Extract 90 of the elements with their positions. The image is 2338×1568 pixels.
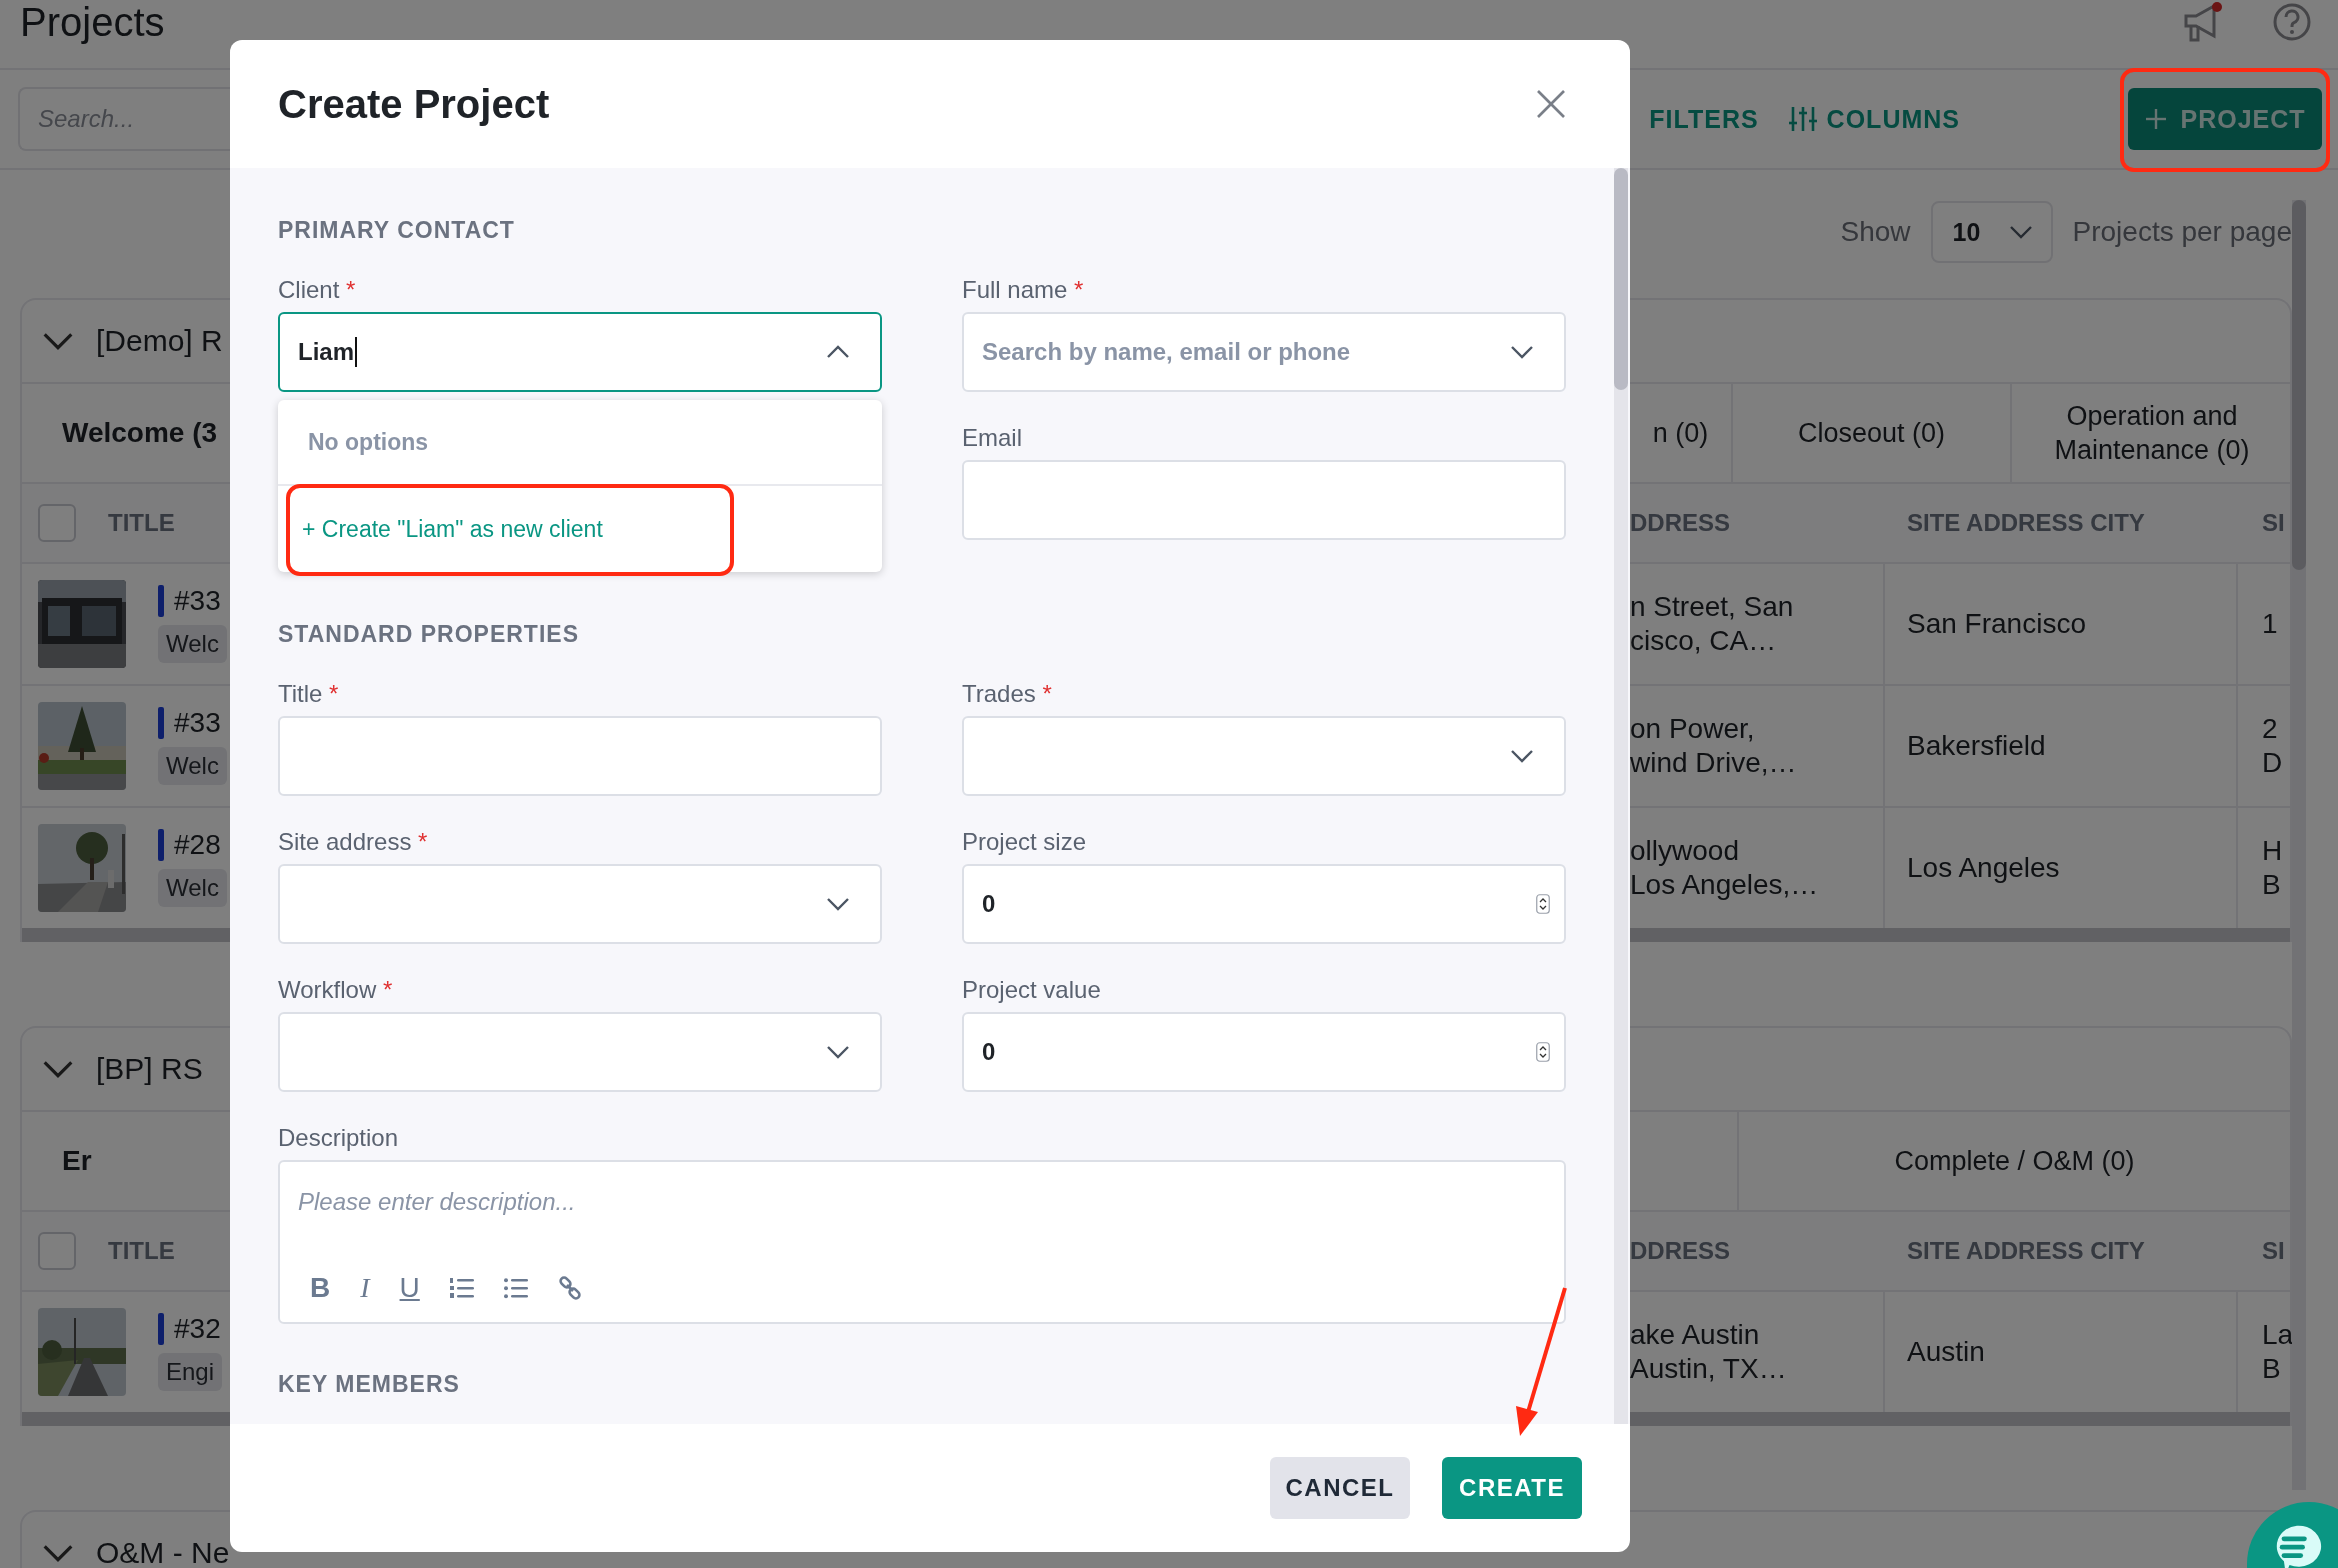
stage-tag: Welc <box>158 747 227 785</box>
address-text: n Street, San cisco, CA… <box>1630 590 1794 658</box>
filters-button[interactable]: FILTERS <box>1649 104 1759 134</box>
field-label: Project size <box>962 827 1088 857</box>
field-label: Client * <box>278 275 357 305</box>
select-all-checkbox[interactable] <box>38 1232 76 1270</box>
stage-tab[interactable]: Welcome (3 <box>22 417 218 449</box>
project-number[interactable]: #32 <box>174 1313 221 1345</box>
column-header: SITE ADDRESS CITY <box>1907 509 2145 537</box>
show-label: Show <box>1840 216 1911 248</box>
per-page-label: Projects per page <box>2072 216 2292 248</box>
column-header: SITE ADDRESS CITY <box>1907 1237 2145 1265</box>
city-text: San Francisco <box>1907 607 2086 641</box>
stage-tag: Welc <box>158 625 227 663</box>
scrollbar[interactable] <box>2292 200 2306 1490</box>
close-icon[interactable] <box>1536 89 1566 119</box>
color-bar <box>158 585 164 617</box>
number-field[interactable]: 0 <box>962 1012 1566 1092</box>
table-cell: La B <box>2262 1318 2294 1386</box>
plus-icon <box>2144 107 2169 131</box>
bold-button[interactable]: B <box>310 1272 331 1304</box>
stage-tag: Engi <box>158 1353 223 1391</box>
select-field[interactable] <box>962 716 1566 796</box>
color-bar <box>158 829 164 861</box>
field-label: Project value <box>962 975 1102 1005</box>
column-header: SI <box>2262 509 2285 537</box>
field-label: Full name * <box>962 275 1085 305</box>
cancel-button[interactable]: CANCEL <box>1270 1457 1410 1519</box>
city-text: Bakersfield <box>1907 729 2046 763</box>
select-all-checkbox[interactable] <box>38 504 76 542</box>
bullet-list-icon[interactable] <box>503 1276 528 1300</box>
project-number[interactable]: #33 <box>174 707 221 739</box>
field-label: Email <box>962 423 1023 453</box>
italic-button[interactable]: I <box>360 1272 370 1304</box>
input-field[interactable] <box>962 460 1566 540</box>
column-header: DDRESS <box>1630 1237 1731 1265</box>
input-field[interactable] <box>278 716 882 796</box>
select-field[interactable]: Search by name, email or phone <box>962 312 1566 392</box>
select-field[interactable]: Liam <box>278 312 882 392</box>
section-title: PRIMARY CONTACT <box>278 216 516 245</box>
stage-tag: Welc <box>158 869 227 907</box>
spinner-icon[interactable] <box>1536 894 1550 914</box>
no-options-text: No options <box>278 400 882 486</box>
number-field[interactable]: 0 <box>962 864 1566 944</box>
address-text: on Power, wind Drive,… <box>1630 712 1797 780</box>
table-cell: H B <box>2262 834 2283 902</box>
field-label: Trades * <box>962 679 1053 709</box>
table-cell: 2 D <box>2262 712 2283 780</box>
underline-button[interactable]: U <box>399 1272 420 1304</box>
color-bar <box>158 1313 164 1345</box>
address-text: ollywood Los Angeles,… <box>1630 834 1819 902</box>
numbered-list-icon[interactable] <box>449 1276 474 1300</box>
field-label: Description <box>278 1123 400 1153</box>
field-label: Title * <box>278 679 340 709</box>
address-text: ake Austin Austin, TX… <box>1630 1318 1787 1386</box>
group-title: [Demo] R <box>96 324 223 358</box>
group-title: O&M - Ne <box>96 1536 230 1568</box>
help-icon[interactable] <box>2272 2 2312 42</box>
scrollbar[interactable] <box>1614 168 1628 1424</box>
city-text: Los Angeles <box>1907 851 2060 885</box>
create-client-option[interactable]: + Create "Liam" as new client <box>278 486 603 572</box>
dialog-title: Create Project <box>278 81 550 127</box>
sliders-icon <box>1788 105 1817 133</box>
columns-button[interactable]: COLUMNS <box>1788 104 1960 134</box>
text-cursor <box>355 337 357 367</box>
column-header: SI <box>2262 1237 2285 1265</box>
column-header: TITLE <box>108 1237 175 1265</box>
column-header: DDRESS <box>1630 509 1731 537</box>
city-text: Austin <box>1907 1335 1985 1369</box>
chevron-down-icon <box>2008 225 2033 239</box>
field-label: Site address * <box>278 827 429 857</box>
field-label: Workflow * <box>278 975 394 1005</box>
create-button[interactable]: CREATE <box>1442 1457 1582 1519</box>
color-bar <box>158 707 164 739</box>
select-field[interactable] <box>278 1012 882 1092</box>
spinner-icon[interactable] <box>1536 1042 1550 1062</box>
table-cell: 1 <box>2262 607 2278 641</box>
section-title: KEY MEMBERS <box>278 1370 461 1399</box>
page-size-select[interactable]: 10 <box>1930 201 2053 263</box>
section-title: STANDARD PROPERTIES <box>278 620 580 649</box>
link-icon[interactable] <box>557 1276 582 1300</box>
project-number[interactable]: #28 <box>174 829 221 861</box>
select-field[interactable] <box>278 864 882 944</box>
column-header: TITLE <box>108 509 175 537</box>
stage-tab[interactable]: n (0) <box>1630 384 1731 482</box>
group-title: [BP] RS <box>96 1052 203 1086</box>
page-title: Projects <box>20 0 165 44</box>
description-editor[interactable]: Please enter description... B I U <box>278 1160 1566 1324</box>
project-number[interactable]: #33 <box>174 585 221 617</box>
stage-tab[interactable]: Er <box>22 1145 92 1177</box>
